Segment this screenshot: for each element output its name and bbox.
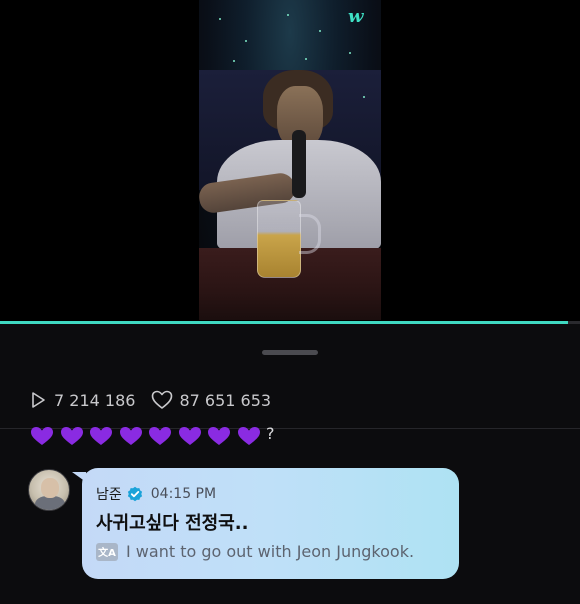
previous-comment-text: ? [266, 426, 275, 443]
beer-glass [257, 200, 301, 278]
like-count-value: 87 651 653 [179, 390, 272, 410]
comment-bubble[interactable]: 남준 04:15 PM 사귀고싶다 전정국.. 文A I want to go … [72, 468, 459, 579]
avatar[interactable] [28, 469, 70, 511]
microphone [292, 130, 306, 198]
view-count: 7 214 186 [28, 390, 135, 410]
video-frame[interactable] [199, 0, 381, 320]
purple-heart-icon [31, 427, 53, 445]
avatar-face [41, 478, 59, 498]
purple-heart-icon [178, 427, 201, 445]
like-count[interactable]: 87 651 653 [151, 390, 271, 410]
play-outline-icon [32, 392, 45, 408]
comment-message: 사귀고싶다 전정국.. [96, 513, 249, 534]
stats-bar: 7 214 186 87 651 653 [28, 388, 287, 412]
purple-heart-icon [208, 427, 230, 445]
glass-handle [299, 214, 321, 254]
playback-progress-bar[interactable] [0, 321, 580, 324]
purple-heart-icon [90, 427, 112, 445]
purple-heart-icon [60, 427, 83, 445]
sheet-grab-handle[interactable] [262, 350, 318, 355]
video-player[interactable]: w [0, 0, 580, 322]
comment-time: 04:15 PM [150, 486, 217, 502]
translate-icon[interactable]: 文A [96, 542, 118, 561]
comment-translation[interactable]: 文A I want to go out with Jeon Jungkook. [96, 542, 414, 561]
heart-outline-icon[interactable] [151, 390, 173, 410]
view-count-value: 7 214 186 [54, 390, 136, 410]
comment-translation-text: I want to go out with Jeon Jungkook. [126, 542, 415, 561]
comment-author[interactable]: 남준 [96, 484, 122, 504]
purple-heart-icon [237, 427, 260, 445]
comment-header: 남준 04:15 PM [96, 484, 216, 504]
purple-heart-icon [149, 427, 171, 445]
verified-badge-icon [127, 486, 142, 502]
purple-heart-icon [119, 427, 142, 445]
previous-comment-hearts: ? [30, 426, 275, 448]
playback-progress-fill [0, 321, 569, 324]
avatar-body [35, 496, 65, 510]
weverse-logo-icon: w [348, 6, 364, 27]
